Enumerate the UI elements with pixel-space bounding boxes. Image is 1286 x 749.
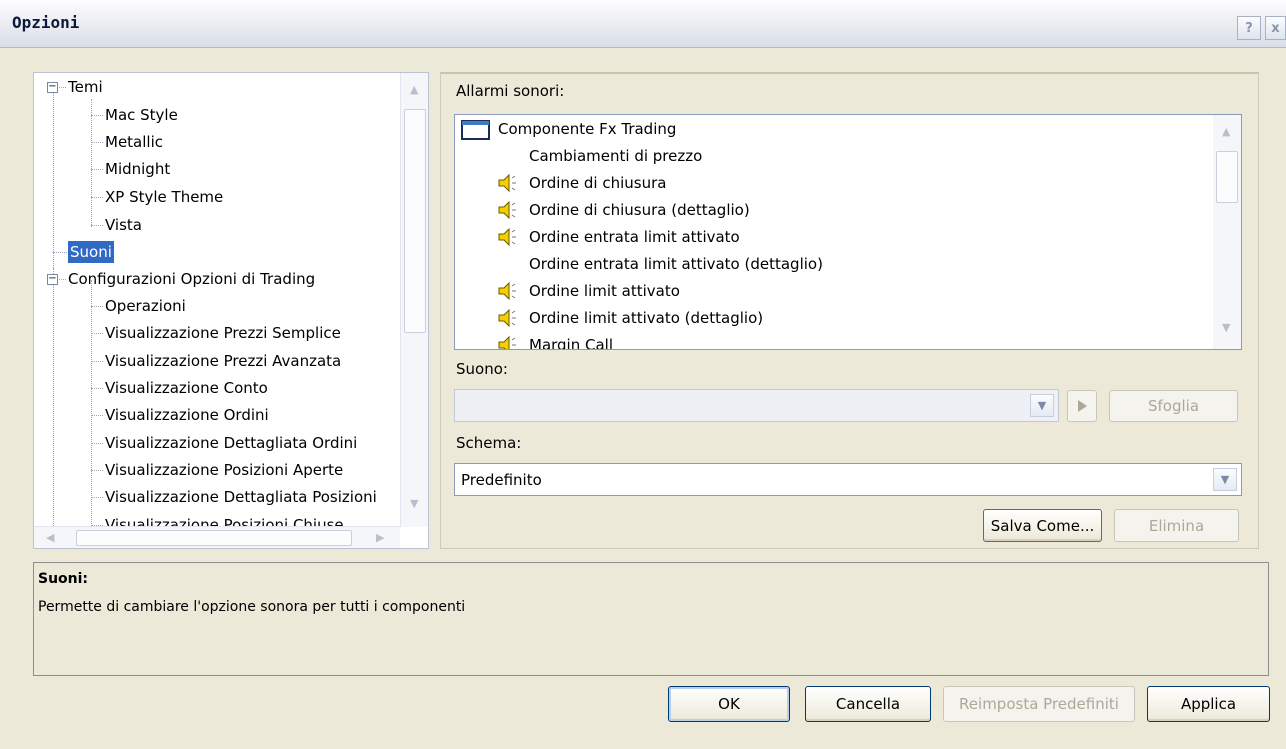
list-item[interactable]: Margin Call <box>455 332 1195 350</box>
tree-scroll-thumb[interactable] <box>404 109 426 333</box>
speaker-icon <box>498 281 516 301</box>
speaker-icon <box>498 335 516 349</box>
tree-line <box>53 88 54 292</box>
list-item[interactable]: Ordine entrata limit attivato <box>455 224 1195 250</box>
tree-item-mac-style[interactable]: Mac Style <box>105 104 178 126</box>
tree-item-operazioni[interactable]: Operazioni <box>105 295 186 317</box>
scroll-up-icon[interactable]: ▲ <box>410 83 418 96</box>
tree-line <box>91 99 92 227</box>
apply-button[interactable]: Applica <box>1147 686 1270 722</box>
list-item[interactable]: Ordine limit attivato (dettaglio) <box>455 305 1195 331</box>
tree-item-metallic[interactable]: Metallic <box>105 131 163 153</box>
list-item[interactable]: Ordine limit attivato <box>455 278 1195 304</box>
help-icon[interactable]: ? <box>1237 16 1261 40</box>
list-item-label: Ordine di chiusura <box>529 174 667 192</box>
speaker-icon <box>498 200 516 220</box>
description-box: Suoni: Permette di cambiare l'opzione so… <box>33 562 1269 676</box>
suono-label: Suono: <box>456 360 508 378</box>
allarmi-sonori-label: Allarmi sonori: <box>456 82 565 100</box>
tree-line <box>53 268 54 527</box>
chevron-down-icon[interactable]: ▼ <box>1213 468 1237 491</box>
collapse-icon[interactable]: − <box>47 82 58 93</box>
list-item[interactable]: Ordine entrata limit attivato (dettaglio… <box>529 251 823 277</box>
list-item-label: Ordine di chiusura (dettaglio) <box>529 201 750 219</box>
collapse-icon[interactable]: − <box>47 274 58 285</box>
tree-item-configurazioni[interactable]: Configurazioni Opzioni di Trading <box>68 268 315 290</box>
tree-item-dettagliata-posizioni[interactable]: Visualizzazione Dettagliata Posizioni <box>105 486 377 508</box>
list-vertical-scrollbar[interactable]: ▲ ▼ <box>1213 115 1241 349</box>
list-item-label: Ordine limit attivato (dettaglio) <box>529 309 764 327</box>
schema-label: Schema: <box>456 434 522 452</box>
list-item-label: Ordine entrata limit attivato <box>529 228 740 246</box>
tree-horizontal-scrollbar[interactable]: ◀ ▶ <box>34 526 400 548</box>
title-bar: Opzioni ? x <box>0 0 1286 48</box>
window-icon <box>461 120 490 140</box>
list-scroll-thumb[interactable] <box>1216 151 1238 203</box>
options-tree[interactable]: − Temi Mac Style Metallic Midnight XP St… <box>33 72 429 549</box>
list-item-label: Margin Call <box>529 336 614 350</box>
speaker-icon <box>498 308 516 328</box>
scroll-down-icon[interactable]: ▼ <box>410 497 418 510</box>
tree-item-xp-style-theme[interactable]: XP Style Theme <box>105 186 223 208</box>
close-icon[interactable]: x <box>1265 16 1286 40</box>
ok-button[interactable]: OK <box>668 686 790 722</box>
list-item-label: Ordine limit attivato <box>529 282 680 300</box>
tree-item-prezzi-semplice[interactable]: Visualizzazione Prezzi Semplice <box>105 322 341 344</box>
scroll-down-icon[interactable]: ▼ <box>1222 321 1230 334</box>
reset-defaults-button[interactable]: Reimposta Predefiniti <box>943 686 1135 722</box>
tree-vertical-scrollbar[interactable]: ▲ ▼ <box>400 73 428 527</box>
speaker-icon <box>498 173 516 193</box>
chevron-down-icon[interactable]: ▼ <box>1030 394 1054 417</box>
tree-item-dettagliata-ordini[interactable]: Visualizzazione Dettagliata Ordini <box>105 432 357 454</box>
sound-select[interactable]: ▼ <box>454 389 1059 422</box>
tree-hscroll-thumb[interactable] <box>76 530 352 546</box>
tree-item-conto[interactable]: Visualizzazione Conto <box>105 377 268 399</box>
tree-item-ordini[interactable]: Visualizzazione Ordini <box>105 404 269 426</box>
scheme-select[interactable]: Predefinito ▼ <box>454 463 1242 496</box>
play-icon[interactable] <box>1067 390 1097 422</box>
tree-item-vista[interactable]: Vista <box>105 214 142 236</box>
scroll-up-icon[interactable]: ▲ <box>1222 125 1230 138</box>
tree-content: − Temi Mac Style Metallic Midnight XP St… <box>34 73 400 527</box>
scroll-left-icon[interactable]: ◀ <box>46 531 54 544</box>
list-item[interactable]: Ordine di chiusura <box>455 170 1195 196</box>
delete-button[interactable]: Elimina <box>1114 509 1239 542</box>
speaker-icon <box>498 227 516 247</box>
scheme-select-value: Predefinito <box>461 471 542 489</box>
tree-item-suoni[interactable]: Suoni <box>68 241 114 263</box>
window-title: Opzioni <box>12 13 80 32</box>
sound-events-list[interactable]: Componente Fx Trading Cambiamenti di pre… <box>454 114 1242 350</box>
browse-button[interactable]: Sfoglia <box>1109 390 1238 422</box>
list-item-label: Componente Fx Trading <box>498 120 677 138</box>
save-as-button[interactable]: Salva Come... <box>983 509 1102 542</box>
tree-item-posizioni-aperte[interactable]: Visualizzazione Posizioni Aperte <box>105 459 343 481</box>
description-title: Suoni: <box>38 571 89 587</box>
cancel-button[interactable]: Cancella <box>805 686 931 722</box>
scroll-right-icon[interactable]: ▶ <box>376 531 384 544</box>
tree-line <box>91 280 92 527</box>
tree-item-prezzi-avanzata[interactable]: Visualizzazione Prezzi Avanzata <box>105 350 341 372</box>
list-item[interactable]: Componente Fx Trading <box>461 116 1201 142</box>
list-item[interactable]: Cambiamenti di prezzo <box>529 143 702 169</box>
tree-item-midnight[interactable]: Midnight <box>105 158 170 180</box>
tree-item-temi[interactable]: Temi <box>68 76 103 98</box>
list-item[interactable]: Ordine di chiusura (dettaglio) <box>455 197 1195 223</box>
description-text: Permette di cambiare l'opzione sonora pe… <box>38 599 466 615</box>
